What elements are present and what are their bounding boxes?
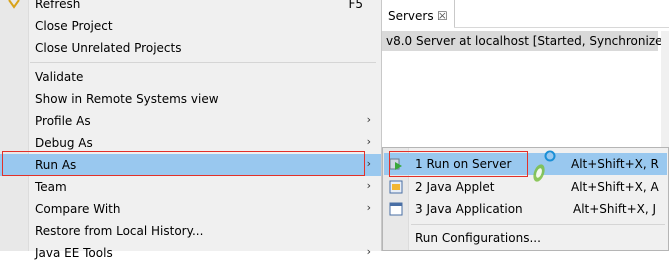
chevron-right-icon: › <box>366 179 371 192</box>
menu-item-label: Debug As <box>35 136 93 150</box>
close-icon[interactable]: ☒ <box>437 9 448 23</box>
menu-item-label: Compare With <box>35 202 121 216</box>
server-row-label: v8.0 Server at localhost [Started, Synch… <box>386 34 669 48</box>
submenu-item-accelerator: Alt+Shift+X, J <box>573 202 657 216</box>
menu-item-label: Team <box>35 180 67 194</box>
menu-item-label: Close Project <box>35 19 113 33</box>
submenu-item-java-application[interactable]: 3 Java Application Alt+Shift+X, J <box>384 198 667 220</box>
servers-tab[interactable]: Servers ☒ <box>382 0 455 28</box>
context-menu: Refresh F5 Close Project Close Unrelated… <box>0 0 382 260</box>
menu-item-java-ee-tools[interactable]: Java EE Tools › <box>0 242 381 264</box>
menu-item-label: Close Unrelated Projects <box>35 41 182 55</box>
menu-item-refresh[interactable]: Refresh F5 <box>0 0 381 15</box>
submenu-item-label: 2 Java Applet <box>415 180 495 194</box>
java-application-icon <box>389 202 403 216</box>
submenu-item-run-configurations[interactable]: Run Configurations... <box>384 227 667 249</box>
submenu-separator <box>411 224 665 225</box>
menu-item-label: Profile As <box>35 114 91 128</box>
submenu-item-label: 3 Java Application <box>415 202 523 216</box>
menu-item-profile-as[interactable]: Profile As › <box>0 110 381 132</box>
menu-item-label: Show in Remote Systems view <box>35 92 219 106</box>
submenu-item-accelerator: Alt+Shift+X, R <box>571 157 659 171</box>
tab-baseline <box>454 27 669 28</box>
menu-item-show-in-remote-systems[interactable]: Show in Remote Systems view <box>0 88 381 110</box>
menu-item-validate[interactable]: Validate <box>0 66 381 88</box>
chevron-right-icon: › <box>366 245 371 258</box>
chevron-right-icon: › <box>366 113 371 126</box>
menu-item-compare-with[interactable]: Compare With › <box>0 198 381 220</box>
server-row[interactable]: v8.0 Server at localhost [Started, Synch… <box>382 31 669 51</box>
mouse-cursor-icon <box>533 150 556 182</box>
java-applet-icon <box>389 180 403 194</box>
annotation-box-run-on-server <box>389 151 528 177</box>
submenu-item-java-applet[interactable]: 2 Java Applet Alt+Shift+X, A <box>384 176 667 198</box>
chevron-right-icon: › <box>366 135 371 148</box>
menu-item-accelerator: F5 <box>348 0 363 11</box>
submenu-item-accelerator: Alt+Shift+X, A <box>571 180 659 194</box>
menu-item-label: Restore from Local History... <box>35 224 204 238</box>
menu-item-label: Java EE Tools <box>35 246 113 260</box>
refresh-icon <box>8 0 20 9</box>
menu-item-label: Validate <box>35 70 84 84</box>
menu-separator <box>30 62 376 63</box>
menu-item-restore-local-history[interactable]: Restore from Local History... <box>0 220 381 242</box>
annotation-box-run-as <box>2 151 365 176</box>
menu-item-close-unrelated-projects[interactable]: Close Unrelated Projects <box>0 37 381 59</box>
servers-tab-label: Servers <box>388 9 434 23</box>
menu-item-label: Refresh <box>35 0 81 11</box>
menu-item-team[interactable]: Team › <box>0 176 381 198</box>
menu-item-close-project[interactable]: Close Project <box>0 15 381 37</box>
chevron-right-icon: › <box>366 201 371 214</box>
chevron-right-icon: › <box>366 157 371 170</box>
submenu-item-label: Run Configurations... <box>415 231 541 245</box>
